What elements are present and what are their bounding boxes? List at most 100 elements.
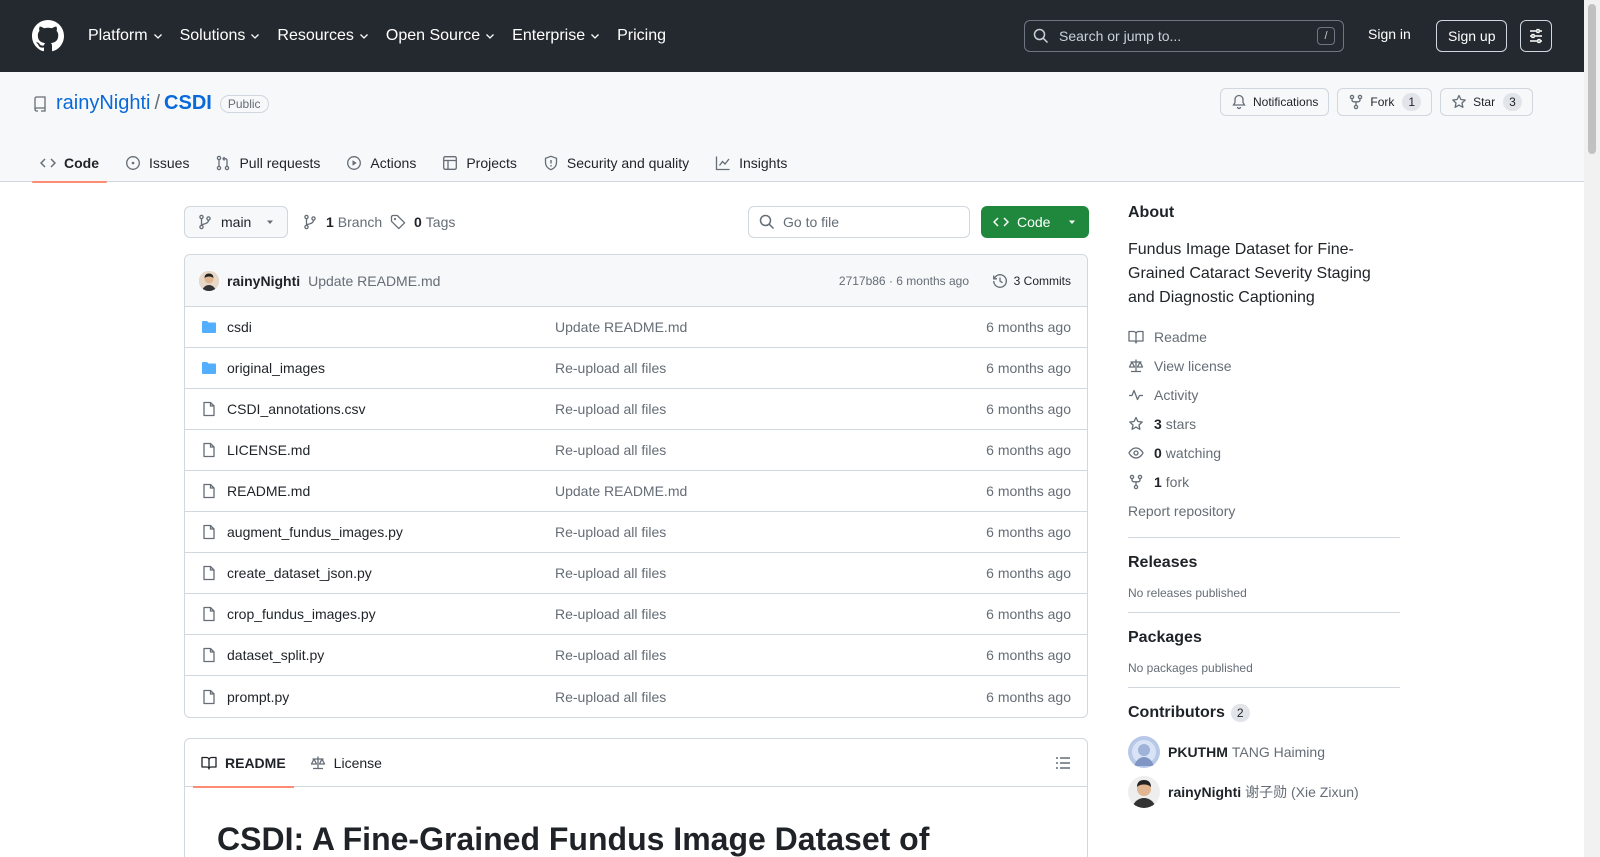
file-name-link[interactable]: original_images bbox=[227, 360, 555, 376]
global-search-input[interactable]: Search or jump to... / bbox=[1024, 20, 1344, 52]
file-commit-message[interactable]: Re-upload all files bbox=[555, 606, 666, 622]
license-link[interactable]: View license bbox=[1128, 351, 1400, 380]
star-label: Star bbox=[1473, 95, 1496, 109]
file-row[interactable]: original_images Re-upload all files 6 mont… bbox=[185, 348, 1087, 389]
activity-link[interactable]: Activity bbox=[1128, 380, 1400, 409]
contributor-item[interactable]: PKUTHM TANG Haiming bbox=[1128, 732, 1400, 772]
file-name-link[interactable]: LICENSE.md bbox=[227, 442, 555, 458]
file-name-link[interactable]: augment_fundus_images.py bbox=[227, 524, 555, 540]
contributor-login: rainyNighti bbox=[1168, 784, 1242, 800]
nav-enterprise[interactable]: Enterprise bbox=[512, 23, 601, 49]
readme-link[interactable]: Readme bbox=[1128, 322, 1400, 351]
nav-platform[interactable]: Platform bbox=[88, 23, 164, 49]
file-commit-time: 6 months ago bbox=[986, 524, 1071, 540]
nav-pricing[interactable]: Pricing bbox=[617, 23, 666, 49]
nav-solutions[interactable]: Solutions bbox=[180, 23, 262, 49]
file-commit-message[interactable]: Re-upload all files bbox=[555, 689, 666, 705]
repo-owner-link[interactable]: rainyNighti bbox=[56, 92, 150, 115]
file-commit-message[interactable]: Re-upload all files bbox=[555, 524, 666, 540]
stars-link[interactable]: 3 stars bbox=[1128, 409, 1400, 438]
chevron-down-icon bbox=[251, 34, 260, 39]
law-icon bbox=[310, 756, 325, 769]
repo-title: rainyNighti / CSDI Public bbox=[32, 92, 269, 115]
menu-button[interactable] bbox=[1520, 20, 1552, 52]
nav-label: Resources bbox=[277, 27, 354, 44]
tab-issues[interactable]: Issues bbox=[117, 144, 197, 182]
file-commit-message[interactable]: Update README.md bbox=[555, 483, 687, 499]
fork-button[interactable]: Fork 1 bbox=[1337, 88, 1433, 116]
file-name-link[interactable]: CSDI_annotations.csv bbox=[227, 401, 555, 417]
notifications-button[interactable]: Notifications bbox=[1220, 88, 1330, 116]
commit-message-link[interactable]: Update README.md bbox=[308, 273, 440, 289]
go-to-file-input[interactable]: Go to file bbox=[748, 206, 970, 238]
branches-link[interactable]: 1 Branch bbox=[302, 214, 382, 230]
file-row[interactable]: README.md Update README.md 6 months ago bbox=[185, 471, 1087, 512]
packages-empty: No packages published bbox=[1128, 661, 1253, 675]
file-commit-message[interactable]: Re-upload all files bbox=[555, 565, 666, 581]
tab-projects[interactable]: Projects bbox=[434, 144, 525, 182]
commits-history-link[interactable]: 3 Commits bbox=[992, 273, 1071, 289]
tab-security[interactable]: Security and quality bbox=[535, 144, 697, 182]
sign-in-link[interactable]: Sign in bbox=[1368, 26, 1411, 42]
forks-link[interactable]: 1 fork bbox=[1128, 467, 1400, 496]
tab-actions[interactable]: Actions bbox=[338, 144, 424, 182]
contributors-title[interactable]: Contributors 2 bbox=[1128, 704, 1400, 722]
report-repository-link[interactable]: Report repository bbox=[1128, 496, 1400, 525]
file-name-link[interactable]: crop_fundus_images.py bbox=[227, 606, 555, 622]
tab-pull-requests[interactable]: Pull requests bbox=[207, 144, 328, 182]
file-row[interactable]: csdi Update README.md 6 months ago bbox=[185, 307, 1087, 348]
file-row[interactable]: prompt.py Re-upload all files 6 months ago bbox=[185, 676, 1087, 717]
commit-author-link[interactable]: rainyNighti bbox=[227, 273, 300, 289]
nav-open-source[interactable]: Open Source bbox=[386, 23, 496, 49]
sign-up-button[interactable]: Sign up bbox=[1436, 20, 1508, 52]
file-commit-message[interactable]: Re-upload all files bbox=[555, 442, 666, 458]
tab-license[interactable]: License bbox=[302, 739, 390, 787]
repo-name-link[interactable]: CSDI bbox=[164, 92, 212, 115]
file-name-link[interactable]: csdi bbox=[227, 319, 555, 335]
tab-code[interactable]: Code bbox=[32, 144, 107, 183]
branch-icon bbox=[304, 214, 316, 230]
file-icon bbox=[203, 606, 215, 622]
nav-resources[interactable]: Resources bbox=[277, 23, 369, 49]
file-commit-message[interactable]: Re-upload all files bbox=[555, 360, 666, 376]
scrollbar-thumb[interactable] bbox=[1588, 4, 1596, 154]
issue-icon bbox=[126, 156, 140, 170]
github-logo-icon[interactable] bbox=[32, 20, 64, 52]
tab-insights[interactable]: Insights bbox=[707, 144, 795, 182]
outline-list-icon[interactable] bbox=[1055, 755, 1071, 771]
file-name-link[interactable]: README.md bbox=[227, 483, 555, 499]
avatar[interactable] bbox=[199, 270, 219, 291]
visibility-badge: Public bbox=[219, 94, 269, 113]
code-dropdown-button[interactable]: Code bbox=[981, 206, 1089, 238]
file-name-link[interactable]: create_dataset_json.py bbox=[227, 565, 555, 581]
file-commit-message[interactable]: Re-upload all files bbox=[555, 401, 666, 417]
commit-hash-time[interactable]: 2717b86 · 6 months ago bbox=[839, 274, 969, 288]
file-row[interactable]: CSDI_annotations.csv Re-upload all files 6… bbox=[185, 389, 1087, 430]
releases-title[interactable]: Releases bbox=[1128, 554, 1400, 572]
file-row[interactable]: augment_fundus_images.py Re-upload all fi… bbox=[185, 512, 1087, 553]
file-row[interactable]: dataset_split.py Re-upload all files 6 mon… bbox=[185, 635, 1087, 676]
page-scrollbar[interactable] bbox=[1584, 0, 1600, 857]
contributor-item[interactable]: rainyNighti 谢子勋 (Xie Zixun) bbox=[1128, 772, 1400, 812]
file-row[interactable]: LICENSE.md Re-upload all files 6 months ag… bbox=[185, 430, 1087, 471]
file-name-link[interactable]: prompt.py bbox=[227, 689, 555, 705]
file-commit-message[interactable]: Update README.md bbox=[555, 319, 687, 335]
file-row[interactable]: crop_fundus_images.py Re-upload all files… bbox=[185, 594, 1087, 635]
tab-readme[interactable]: README bbox=[193, 739, 294, 788]
watchers-link[interactable]: 0 watching bbox=[1128, 438, 1400, 467]
about-title: About bbox=[1128, 204, 1175, 221]
branch-select-button[interactable]: main bbox=[184, 206, 289, 238]
file-commit-message[interactable]: Re-upload all files bbox=[555, 647, 666, 663]
repo-actions: Notifications Fork 1 Star 3 bbox=[1220, 88, 1541, 116]
tab-label: Code bbox=[64, 155, 99, 171]
tab-label: Actions bbox=[370, 155, 417, 171]
readme-panel: README License CSDI: A Fine-Grained Fund… bbox=[184, 738, 1088, 857]
packages-title[interactable]: Packages bbox=[1128, 629, 1400, 647]
file-browser: rainyNighti Update README.md 2717b86 · 6… bbox=[184, 254, 1088, 718]
book-icon bbox=[1128, 330, 1144, 344]
file-name-link[interactable]: dataset_split.py bbox=[227, 647, 555, 663]
star-button[interactable]: Star 3 bbox=[1440, 88, 1533, 116]
file-row[interactable]: create_dataset_json.py Re-upload all file… bbox=[185, 553, 1087, 594]
readme-link-label: Readme bbox=[1154, 328, 1207, 345]
tags-link[interactable]: 0 Tags bbox=[390, 214, 455, 230]
